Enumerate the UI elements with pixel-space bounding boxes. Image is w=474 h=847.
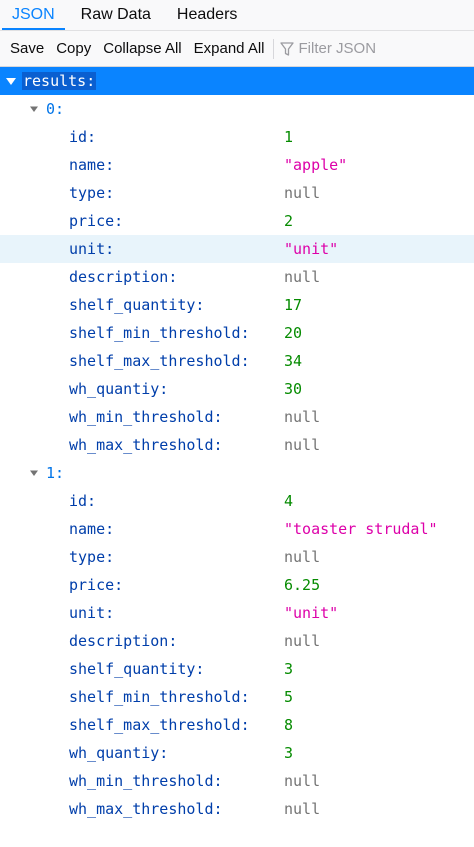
field-value: 2 [284,212,294,230]
tree-row-field[interactable]: type: null [0,543,474,571]
field-key: description: [69,632,178,650]
field-key: price: [69,576,124,594]
tab-raw-data[interactable]: Raw Data [71,0,161,30]
tree-row-field[interactable]: name: "apple" [0,151,474,179]
filter-json-input[interactable] [298,40,449,57]
field-value: 3 [284,660,294,678]
field-value: null [284,268,321,286]
field-key: shelf_max_threshold: [69,352,250,370]
tree-row-field[interactable]: wh_min_threshold: null [0,403,474,431]
toolbar-divider [272,38,274,59]
toolbar: Save Copy Collapse All Expand All [0,31,474,67]
field-key: id: [69,492,97,510]
field-value: 1 [284,128,294,146]
tree-row-field[interactable]: wh_max_threshold: null [0,431,474,459]
field-key: type: [69,184,115,202]
field-key: id: [69,128,97,146]
field-key: unit: [69,604,115,622]
save-button[interactable]: Save [4,31,50,67]
filter-icon [279,41,294,57]
field-key: shelf_quantity: [69,660,205,678]
tree-row-field[interactable]: price: 2 [0,207,474,235]
tree-row-field[interactable]: type: null [0,179,474,207]
field-key: wh_min_threshold: [69,772,223,790]
tab-headers[interactable]: Headers [167,0,247,30]
chevron-down-icon[interactable] [5,75,17,87]
tree-key-results: results: [22,72,97,90]
tree-row-field[interactable]: description: null [0,627,474,655]
field-value: 3 [284,744,294,762]
field-value: 5 [284,688,294,706]
field-value: null [284,436,321,454]
field-key: wh_max_threshold: [69,436,223,454]
field-key: wh_min_threshold: [69,408,223,426]
field-value: 4 [284,492,294,510]
expand-all-button[interactable]: Expand All [188,31,271,67]
field-value: 8 [284,716,294,734]
field-value: "toaster strudal" [284,520,438,538]
chevron-down-icon[interactable] [28,103,40,115]
tree-row-field[interactable]: wh_quantiy: 3 [0,739,474,767]
tree-row-field[interactable]: shelf_max_threshold: 34 [0,347,474,375]
field-key: unit: [69,240,115,258]
tree-row-field[interactable]: description: null [0,263,474,291]
field-value: 34 [284,352,303,370]
tab-bar: JSON Raw Data Headers [0,0,474,31]
tree-row-field[interactable]: shelf_min_threshold: 20 [0,319,474,347]
field-value: null [284,548,321,566]
tree-row-field[interactable]: unit: "unit" [0,599,474,627]
tree-key-index: 0: [46,100,65,118]
chevron-down-icon[interactable] [28,467,40,479]
tree-row-field[interactable]: id: 4 [0,487,474,515]
field-value: 30 [284,380,303,398]
collapse-all-button[interactable]: Collapse All [97,31,187,67]
field-value: null [284,408,321,426]
field-value: null [284,772,321,790]
results-children: 0: id: 1 name: "apple" type: null price: 2 unit: "… [0,95,474,823]
tree-row-field[interactable]: id: 1 [0,123,474,151]
tree-row-field[interactable]: price: 6.25 [0,571,474,599]
field-key: shelf_min_threshold: [69,324,250,342]
field-key: wh_quantiy: [69,380,169,398]
field-key: shelf_max_threshold: [69,716,250,734]
field-value: 6.25 [284,576,321,594]
tree-key-index: 1: [46,464,65,482]
tree-row-field[interactable]: shelf_quantity: 3 [0,655,474,683]
tree-row-field[interactable]: wh_min_threshold: null [0,767,474,795]
tree-row-field[interactable]: shelf_min_threshold: 5 [0,683,474,711]
tree-row-results[interactable]: results: [0,67,474,95]
field-value: null [284,800,321,818]
field-key: wh_max_threshold: [69,800,223,818]
field-key: description: [69,268,178,286]
field-value: null [284,632,321,650]
tree-row-field[interactable]: name: "toaster strudal" [0,515,474,543]
json-tree: results: 0: id: 1 name: "apple" type: null pric… [0,67,474,823]
copy-button[interactable]: Copy [50,31,97,67]
field-key: type: [69,548,115,566]
field-value: 17 [284,296,303,314]
tree-row-index-1[interactable]: 1: [0,459,474,487]
field-key: wh_quantiy: [69,744,169,762]
field-key: price: [69,212,124,230]
tree-row-index-0[interactable]: 0: [0,95,474,123]
field-value: "unit" [284,240,339,258]
tree-row-field[interactable]: shelf_quantity: 17 [0,291,474,319]
tree-row-field[interactable]: wh_quantiy: 30 [0,375,474,403]
field-value: "apple" [284,156,348,174]
tree-row-field[interactable]: shelf_max_threshold: 8 [0,711,474,739]
field-value: "unit" [284,604,339,622]
field-key: shelf_min_threshold: [69,688,250,706]
field-key: name: [69,520,115,538]
tree-row-field[interactable]: unit: "unit" [0,235,474,263]
field-value: null [284,184,321,202]
filter-box[interactable] [279,40,449,57]
field-key: name: [69,156,115,174]
field-key: shelf_quantity: [69,296,205,314]
field-value: 20 [284,324,303,342]
tab-json[interactable]: JSON [2,0,65,30]
tree-row-field[interactable]: wh_max_threshold: null [0,795,474,823]
